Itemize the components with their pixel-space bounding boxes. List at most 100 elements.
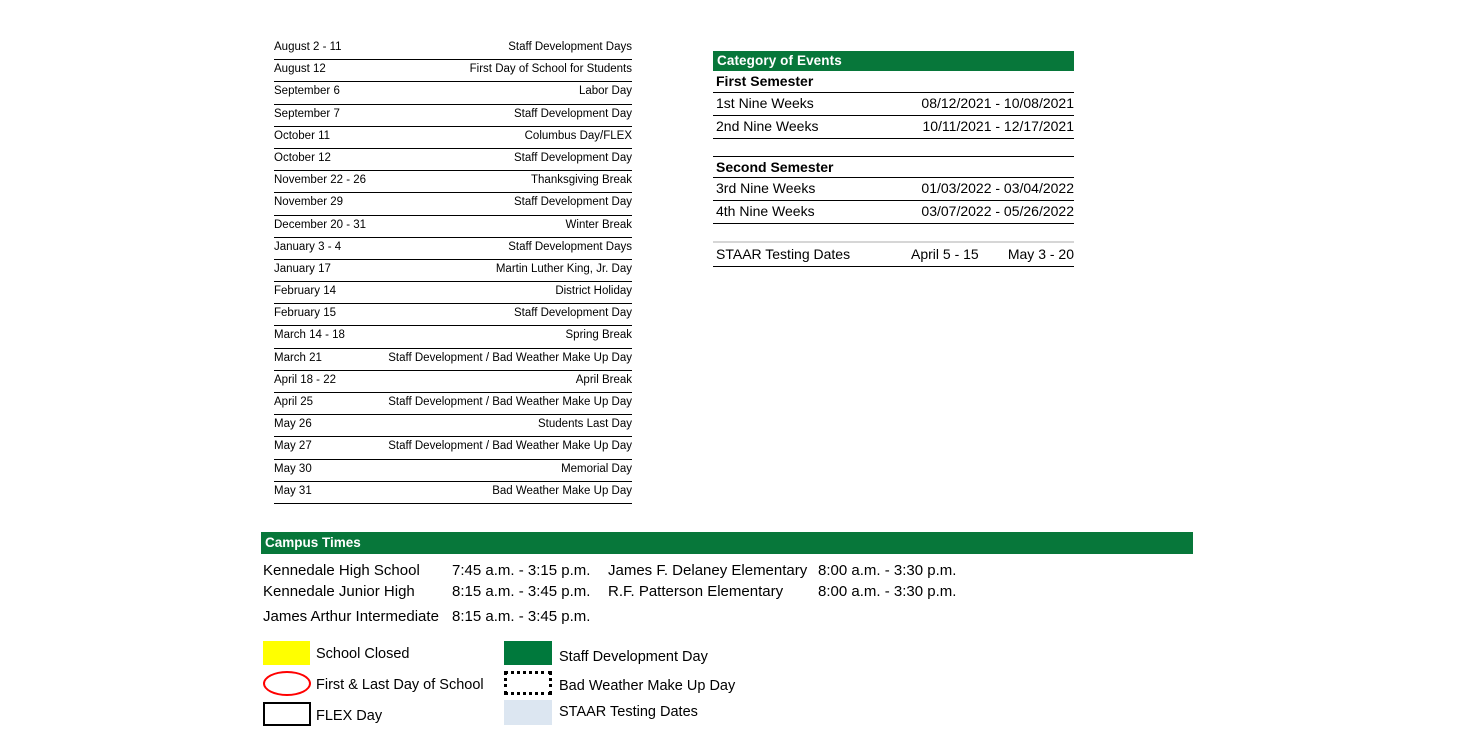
table-row: February 14 District Holiday [274, 282, 632, 305]
table-row: September 7 Staff Development Day [274, 105, 632, 127]
event-name: Thanksgiving Break [531, 174, 632, 187]
table-row: April 25 Staff Development / Bad Weather … [274, 393, 632, 416]
campus-time: 8:15 a.m. - 3:45 p.m. [452, 583, 591, 600]
event-name: Staff Development Day [513, 307, 632, 320]
campus-times-header: Campus Times [261, 532, 1193, 554]
nine-weeks-label: 1st Nine Weeks [716, 95, 814, 111]
table-row: September 6 Labor Day [274, 82, 632, 105]
table-row: November 22 - 26 Thanksgiving Break [274, 171, 632, 194]
event-date: August 12 [274, 63, 326, 76]
campus-time: 7:45 a.m. - 3:15 p.m. [452, 562, 591, 579]
event-name: Staff Development Day [513, 196, 632, 209]
table-gap-row [713, 139, 1074, 156]
event-date: September 7 [274, 107, 340, 120]
campus-time: 8:00 a.m. - 3:30 p.m. [818, 562, 957, 579]
legend-label-school-closed: School Closed [316, 646, 410, 662]
event-name: Students Last Day [538, 418, 632, 431]
event-date: August 2 - 11 [274, 41, 342, 53]
second-semester-label: Second Semester [713, 156, 1074, 178]
event-name: First Day of School for Students [469, 63, 632, 76]
events-table: August 2 - 11 Staff Development Days Augus… [274, 38, 632, 551]
event-date: April 18 - 22 [274, 373, 337, 386]
event-name: Staff Development Day [513, 151, 632, 164]
event-date: February 14 [274, 285, 337, 298]
table-row: 2nd Nine Weeks 10/11/2021 - 12/17/2021 [713, 116, 1074, 139]
list-item: Kennedale High School 7:45 a.m. - 3:15 p.… [263, 560, 590, 581]
table-row: May 30 Memorial Day [274, 460, 632, 482]
legend-label-staar-testing: STAAR Testing Dates [559, 704, 698, 720]
legend-label-staff-development: Staff Development Day [559, 649, 708, 665]
event-date: March 21 [274, 351, 322, 364]
nine-weeks-dates: 10/11/2021 - 12/17/2021 [922, 118, 1074, 134]
bad-weather-dotted-box-icon [504, 671, 552, 695]
event-name: Martin Luther King, Jr. Day [495, 262, 632, 275]
school-closed-swatch-icon [263, 641, 310, 665]
event-name: Spring Break [565, 329, 632, 342]
table-row [274, 504, 632, 528]
campus-times-left-column: Kennedale High School 7:45 a.m. - 3:15 p.… [263, 560, 590, 627]
table-row: March 21 Staff Development / Bad Weather … [274, 349, 632, 371]
campus-name: Kennedale Junior High [263, 583, 415, 600]
staar-date-1: April 5 - 15 [911, 246, 979, 262]
event-date: May 27 [274, 440, 312, 453]
event-name: District Holiday [555, 285, 632, 298]
flex-day-box-icon [263, 702, 311, 726]
event-date: November 22 - 26 [274, 174, 367, 187]
event-name: Staff Development / Bad Weather Make Up … [388, 396, 632, 408]
nine-weeks-dates: 03/07/2022 - 05/26/2022 [921, 203, 1074, 219]
nine-weeks-dates: 08/12/2021 - 10/08/2021 [921, 93, 1074, 116]
event-date: March 14 - 18 [274, 329, 345, 342]
legend: School Closed First & Last Day of School… [261, 638, 781, 732]
campus-name: Kennedale High School [263, 562, 420, 579]
table-row: 4th Nine Weeks 03/07/2022 - 05/26/2022 [713, 201, 1074, 224]
event-name: Labor Day [578, 85, 632, 98]
table-gap-row [713, 224, 1074, 243]
table-row: May 27 Staff Development / Bad Weather Ma… [274, 437, 632, 460]
table-row: 1st Nine Weeks 08/12/2021 - 10/08/2021 [713, 93, 1074, 116]
staar-testing-row: STAAR Testing Dates April 5 - 15 May 3 -… [713, 243, 1074, 267]
event-date: October 11 [274, 129, 331, 142]
nine-weeks-label: 4th Nine Weeks [716, 203, 815, 219]
event-date: October 12 [274, 151, 331, 164]
campus-times-right-column: James F. Delaney Elementary 8:00 a.m. - 3… [608, 560, 956, 602]
event-date: February 15 [274, 307, 337, 320]
event-date: January 3 - 4 [274, 240, 342, 253]
event-date: November 29 [274, 196, 344, 209]
nine-weeks-label: 3rd Nine Weeks [716, 180, 816, 196]
event-date: May 30 [274, 462, 312, 475]
first-last-day-ellipse-icon [263, 671, 311, 696]
event-name: Bad Weather Make Up Day [492, 484, 632, 497]
campus-time: 8:15 a.m. - 3:45 p.m. [452, 608, 591, 625]
table-row: April 18 - 22 April Break [274, 371, 632, 393]
nine-weeks-dates: 01/03/2022 - 03/04/2022 [921, 180, 1074, 196]
staar-testing-swatch-icon [504, 700, 552, 725]
legend-label-first-last-day: First & Last Day of School [316, 677, 484, 693]
event-name: April Break [575, 373, 632, 386]
table-row: March 14 - 18 Spring Break [274, 326, 632, 349]
table-row: January 3 - 4 Staff Development Days [274, 238, 632, 260]
table-row: May 26 Students Last Day [274, 415, 632, 438]
first-semester-label: First Semester [713, 71, 1074, 93]
event-name: Staff Development Days [508, 240, 632, 253]
staar-date-2: May 3 - 20 [1007, 246, 1074, 262]
table-row: January 17 Martin Luther King, Jr. Day [274, 260, 632, 283]
table-row: February 15 Staff Development Day [274, 304, 632, 327]
event-date: May 31 [274, 484, 312, 497]
event-name: Memorial Day [561, 462, 632, 475]
campus-name: James F. Delaney Elementary [608, 562, 808, 579]
event-name: Winter Break [565, 218, 632, 231]
table-row: 3rd Nine Weeks 01/03/2022 - 03/04/2022 [713, 178, 1074, 201]
legend-label-flex-day: FLEX Day [316, 708, 383, 724]
event-name: Staff Development / Bad Weather Make Up … [388, 440, 632, 453]
event-name: Staff Development Days [508, 41, 632, 53]
table-row: August 12 First Day of School for Student… [274, 60, 632, 83]
event-date: May 26 [274, 418, 312, 431]
staff-development-swatch-icon [504, 641, 552, 665]
event-date: December 20 - 31 [274, 218, 367, 231]
event-date: April 25 [274, 396, 313, 408]
table-row: December 20 - 31 Winter Break [274, 216, 632, 238]
event-name: Columbus Day/FLEX [524, 129, 632, 142]
nine-weeks-label: 2nd Nine Weeks [716, 118, 819, 134]
table-row: October 12 Staff Development Day [274, 149, 632, 172]
event-date: September 6 [274, 85, 340, 98]
